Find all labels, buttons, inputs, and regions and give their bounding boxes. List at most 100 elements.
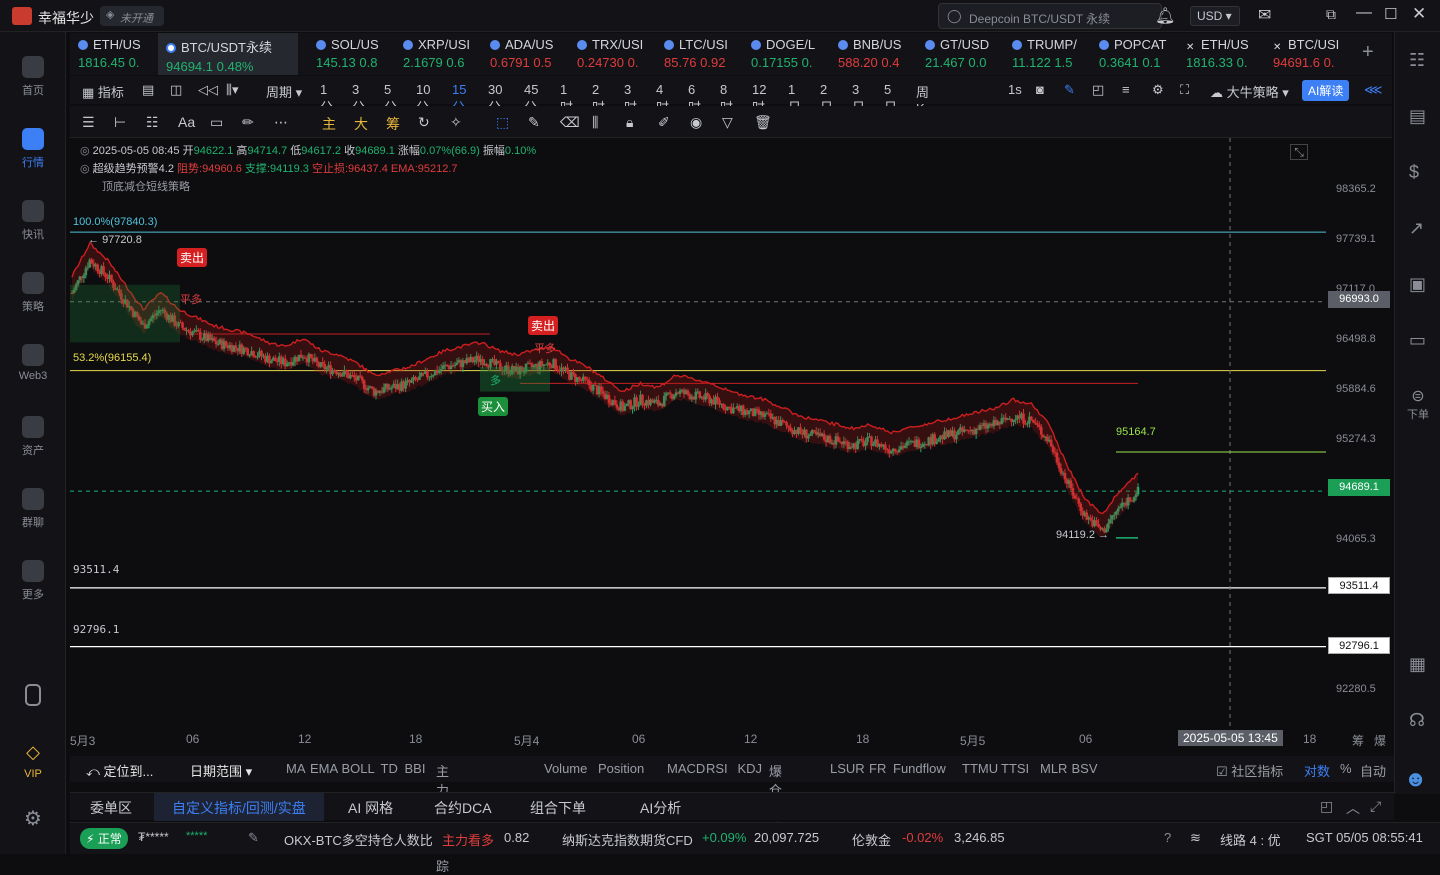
ticker-tab[interactable]: TRX/USI 0.24730 0. [569, 33, 655, 75]
indicator-option[interactable]: BOLL [342, 761, 375, 776]
panel-icon[interactable]: ▦ [1409, 654, 1426, 675]
candle-type-icon[interactable]: ⫼▾ [226, 82, 239, 98]
indicator-option[interactable]: EMA [310, 761, 338, 776]
order-button[interactable]: ⊜ 下单 [1395, 386, 1440, 422]
tab-ai-analysis[interactable]: AI分析 [640, 798, 681, 818]
select-icon[interactable]: ⬚ [496, 114, 509, 131]
indicator-option[interactable]: MACD [667, 761, 705, 776]
camera-icon[interactable]: ◙ [1036, 82, 1044, 97]
tab-orders[interactable]: 委单区 [90, 798, 132, 818]
ticker-tab[interactable]: TRUMP/11.122 1.5 [1004, 33, 1090, 75]
price-axis[interactable]: 98365.2 97739.1 97117.0 96498.8 95884.6 … [1326, 138, 1394, 728]
eye-icon[interactable]: ◉ [690, 114, 702, 131]
rewind-icon[interactable]: ◁◁ [198, 82, 218, 98]
popout-icon[interactable]: ⧉ [1326, 6, 1336, 23]
toggle-icon[interactable]: ◎ [80, 163, 90, 175]
pencil-icon[interactable]: ✎ [528, 114, 540, 131]
indicator-option[interactable]: BSV [1072, 761, 1098, 776]
indicator-option[interactable]: MLR [1040, 761, 1067, 776]
toggle-icon[interactable]: ◎ [80, 145, 90, 157]
log-scale-toggle[interactable]: 对数 [1304, 761, 1330, 780]
list-icon[interactable]: ☷ [1409, 50, 1425, 71]
text-tool-icon[interactable]: Aa [178, 114, 195, 130]
settings-icon[interactable]: ⚙ [1152, 82, 1164, 98]
calendar-icon[interactable]: ▤ [142, 82, 154, 98]
ticker-news-3[interactable]: 伦敦金 [852, 830, 891, 849]
time-axis[interactable]: 5月3 06 12 18 5月4 06 12 18 5月5 06 18 2025… [70, 728, 1394, 750]
assistant-bot-icon[interactable]: ☻ [1404, 766, 1427, 792]
nav-web3[interactable]: Web3 [0, 344, 66, 382]
account-status-badge[interactable]: ◈ 未开通 [100, 6, 164, 26]
lock-icon[interactable]: 🔒︎ [626, 114, 633, 131]
axis-zoom-toggle[interactable]: 爆 [1374, 732, 1386, 749]
eraser-icon[interactable]: ⌫ [560, 114, 580, 131]
brush-icon[interactable]: ✏ [242, 114, 254, 131]
indicator-option[interactable]: FR [869, 761, 886, 776]
menu-icon[interactable]: ☰ [82, 114, 95, 131]
indicator-option[interactable]: TTMU [962, 761, 998, 776]
chevron-up-icon[interactable]: ︿ [1346, 798, 1360, 818]
ticker-tab[interactable]: XRP/USI 2.1679 0.6 [395, 33, 481, 75]
trend-icon[interactable]: ↗ [1409, 218, 1424, 239]
monitor-icon[interactable]: ▣ [1409, 274, 1426, 295]
ticker-tab[interactable]: ✕ ETH/US 1816.33 0. [1178, 33, 1264, 75]
tab-ai-grid[interactable]: AI 网格 [348, 798, 393, 818]
auto-scale-toggle[interactable]: 自动 [1360, 761, 1386, 780]
indicator-option[interactable]: MA [286, 761, 306, 776]
ticker-news-1[interactable]: OKX-BTC多空持仓人数比 [284, 830, 433, 849]
ticker-news-2[interactable]: 纳斯达克指数期货CFD [562, 830, 693, 849]
ai-interpret-button[interactable]: AI解读 [1302, 80, 1350, 101]
tab-combo-order[interactable]: 组合下单 [530, 798, 586, 818]
nav-assets[interactable]: 资产 [0, 416, 66, 458]
edit-icon[interactable]: ✐ [658, 114, 670, 131]
ticker-tab[interactable]: GT/USD 21.467 0.0 [917, 33, 1003, 75]
ticker-tab[interactable]: SOL/US 145.13 0.8 [308, 33, 394, 75]
main-chart-toggle[interactable]: 主 [322, 114, 336, 134]
strategy-dropdown[interactable]: ☁ 大牛策略 ▾ [1210, 82, 1289, 101]
document-icon[interactable]: ▤ [1409, 106, 1426, 127]
minimize-icon[interactable]: — [1356, 4, 1372, 22]
date-range-dropdown[interactable]: 日期范围 ▾ [190, 761, 252, 780]
route-status[interactable]: 线路 4 : 优 [1220, 830, 1281, 849]
nav-chat[interactable]: 群聊 [0, 488, 66, 530]
indicator-option[interactable]: Position [598, 761, 644, 776]
interval-1s[interactable]: 1s [1008, 82, 1022, 97]
magic-icon[interactable]: ✧ [450, 114, 462, 131]
mobile-icon[interactable] [0, 684, 66, 710]
ticker-tab[interactable]: ADA/US 0.6791 0.5 [482, 33, 568, 75]
locate-button[interactable]: ⤺ 定位到... [86, 761, 153, 780]
replay-icon[interactable]: ↻ [418, 114, 430, 131]
mail-icon[interactable]: ✉ [1258, 5, 1271, 25]
ruler-icon[interactable]: ▭ [210, 114, 223, 131]
chart-expand-icon[interactable]: ⤡ [1290, 144, 1308, 160]
indicator-option[interactable]: TD [381, 761, 398, 776]
popout-panel-icon[interactable]: ◰ [1320, 798, 1333, 815]
horizontal-line-icon[interactable]: ⊢ [114, 114, 126, 131]
list-icon[interactable]: ≡ [1122, 82, 1130, 97]
ticker-tab[interactable]: ETH/US 1816.45 0. [70, 33, 156, 75]
share-icon[interactable]: ⋘ [1364, 82, 1383, 98]
trash-icon[interactable]: 🗑︎ [754, 114, 772, 131]
maximize-icon[interactable]: ☐ [1384, 5, 1397, 23]
indicator-option[interactable]: BBI [405, 761, 426, 776]
percent-scale-toggle[interactable]: % [1340, 761, 1352, 776]
nav-news[interactable]: 快讯 [0, 200, 66, 242]
filter-icon[interactable]: ▽ [722, 114, 733, 131]
tab-contract-dca[interactable]: 合约DCA [434, 798, 492, 818]
ticker-tab-active[interactable]: BTC/USDT永续 94694.1 0.48% [158, 33, 298, 75]
nav-vip[interactable]: ◇ VIP [0, 742, 66, 780]
expand-panel-icon[interactable]: ⤢ [1370, 798, 1381, 815]
nav-strategy[interactable]: 策略 [0, 272, 66, 314]
ticker-tab[interactable]: POPCAT 0.3641 0.1 [1091, 33, 1177, 75]
indicator-option[interactable]: Volume [544, 761, 587, 776]
currency-select[interactable]: USD ▾ [1190, 6, 1240, 26]
ticker-tab[interactable]: LTC/USI 85.76 0.92 [656, 33, 742, 75]
candles-icon[interactable]: ⫼ [592, 114, 598, 131]
comment-icon[interactable]: ◰ [1092, 82, 1104, 98]
chip-toggle[interactable]: 筹 [386, 114, 400, 134]
nav-home[interactable]: 首页 [0, 56, 66, 98]
indicator-option[interactable]: RSI [706, 761, 728, 776]
multi-line-icon[interactable]: ☷ [146, 114, 159, 131]
layout-icon[interactable]: ◫ [170, 82, 182, 98]
search-box[interactable]: ◯ Deepcoin BTC/USDT 永续 [938, 3, 1162, 29]
